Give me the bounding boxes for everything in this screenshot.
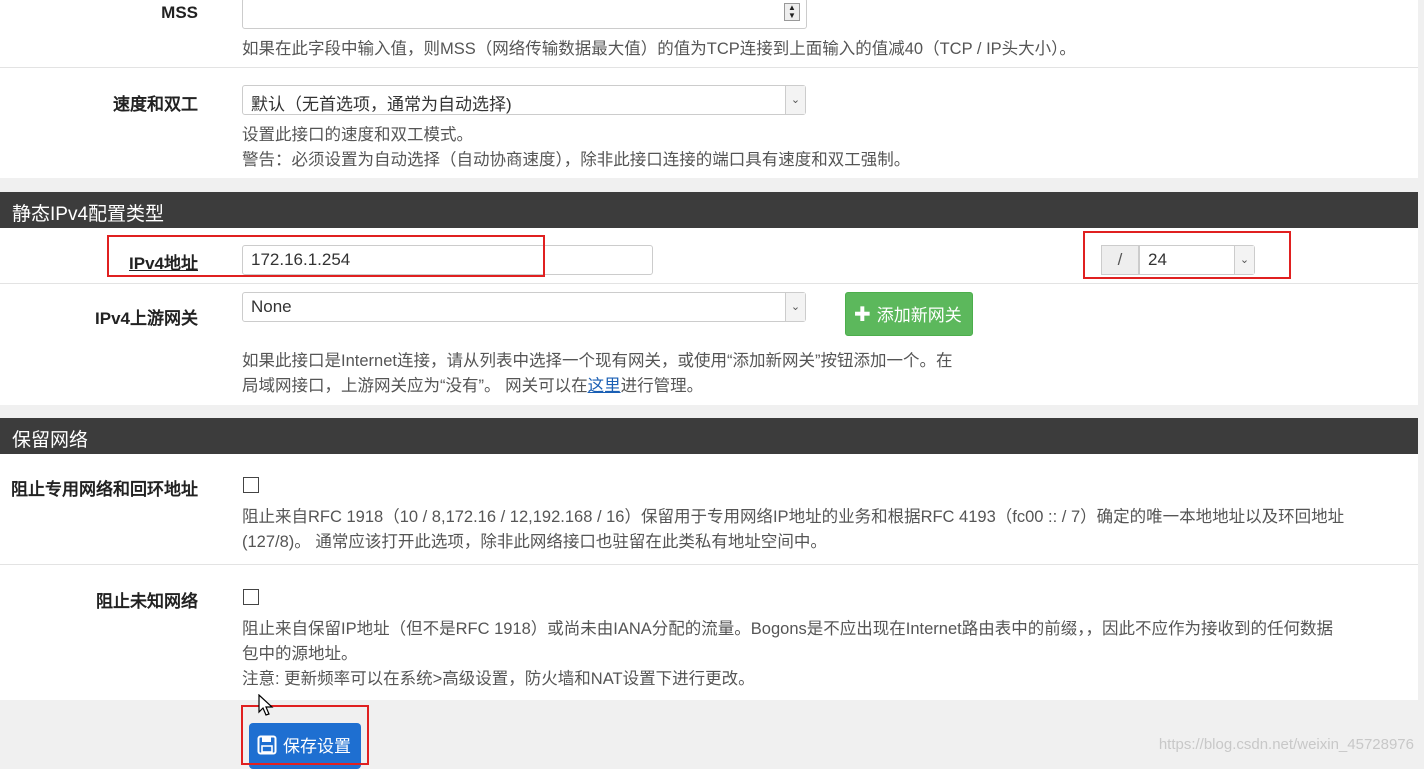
speed-duplex-select[interactable]: 默认（无首选项，通常为自动选择) ⌄ xyxy=(242,85,806,115)
ipv4-gateway-label: IPv4上游网关 xyxy=(95,309,198,328)
gateway-help-suffix: 进行管理。 xyxy=(620,377,704,395)
add-gateway-label: 添加新网关 xyxy=(876,306,962,325)
gateway-manage-link[interactable]: 这里 xyxy=(588,377,621,395)
watermark: https://blog.csdn.net/weixin_45728976 xyxy=(1158,736,1414,753)
mss-input[interactable]: ▲ ▼ xyxy=(242,0,807,29)
mss-row: MSS ▲ ▼ 如果在此字段中输入值，则MSS（网络传输数据最大值）的值为TCP连… xyxy=(0,0,1418,67)
block-bogon-label: 阻止未知网络 xyxy=(96,592,198,611)
block-private-help-2: (127/8)。 通常应该打开此选项，除非此网络接口也驻留在此类私有地址空间中。 xyxy=(242,533,827,551)
spinner-icon[interactable]: ▲ ▼ xyxy=(784,3,800,21)
reserved-panel: 阻止专用网络和回环地址 阻止来自RFC 1918（10 / 8,172.16 /… xyxy=(0,454,1418,700)
block-private-checkbox[interactable] xyxy=(243,477,259,493)
ipv4-gateway-select[interactable]: None ⌄ xyxy=(242,292,806,322)
ipv4-section-title: 静态IPv4配置类型 xyxy=(0,192,1418,228)
ipv4-gateway-selected: None xyxy=(251,297,292,316)
block-bogon-help-2: 包中的源地址。 xyxy=(242,645,358,663)
ipv4-gateway-row: IPv4上游网关 None ⌄ ✚ 添加新网关 如果此接口是Internet连接，… xyxy=(0,283,1418,405)
highlight-ipv4-address xyxy=(107,235,545,277)
chevron-down-icon: ⌄ xyxy=(785,293,805,321)
highlight-cidr xyxy=(1083,231,1291,279)
block-private-help-1: 阻止来自RFC 1918（10 / 8,172.16 / 12,192.168 … xyxy=(242,508,1345,526)
add-gateway-button[interactable]: ✚ 添加新网关 xyxy=(845,292,973,336)
block-private-label: 阻止专用网络和回环地址 xyxy=(11,480,198,499)
mss-help: 如果在此字段中输入值，则MSS（网络传输数据最大值）的值为TCP连接到上面输入的… xyxy=(242,40,1076,58)
block-bogon-help-1: 阻止来自保留IP地址（但不是RFC 1918）或尚未由IANA分配的流量。Bog… xyxy=(242,620,1333,638)
ipv4-gateway-help-1: 如果此接口是Internet连接，请从列表中选择一个现有网关，或使用“添加新网关… xyxy=(242,352,953,370)
block-bogon-help-3: 注意: 更新频率可以在系统>高级设置，防火墙和NAT设置下进行更改。 xyxy=(242,670,755,688)
gateway-help-text: 局域网接口，上游网关应为“没有”。 网关可以在 xyxy=(242,377,588,395)
reserved-section-title: 保留网络 xyxy=(0,418,1418,454)
interface-general-panel: MSS ▲ ▼ 如果在此字段中输入值，则MSS（网络传输数据最大值）的值为TCP连… xyxy=(0,0,1418,178)
speed-duplex-selected: 默认（无首选项，通常为自动选择) xyxy=(251,95,512,114)
cursor-icon xyxy=(258,693,274,723)
plus-icon: ✚ xyxy=(854,304,871,326)
speed-duplex-row: 速度和双工 默认（无首选项，通常为自动选择) ⌄ 设置此接口的速度和双工模式。 … xyxy=(0,67,1418,178)
speed-duplex-help-1: 设置此接口的速度和双工模式。 xyxy=(242,126,473,144)
block-private-row: 阻止专用网络和回环地址 阻止来自RFC 1918（10 / 8,172.16 /… xyxy=(0,454,1418,564)
block-bogon-row: 阻止未知网络 阻止来自保留IP地址（但不是RFC 1918）或尚未由IANA分配… xyxy=(0,564,1418,700)
mss-label: MSS xyxy=(161,3,198,22)
speed-duplex-label: 速度和双工 xyxy=(113,95,198,114)
block-bogon-checkbox[interactable] xyxy=(243,589,259,605)
chevron-down-icon: ⌄ xyxy=(785,86,805,114)
speed-duplex-help-2: 警告：必须设置为自动选择（自动协商速度），除非此接口连接的端口具有速度和双工强制… xyxy=(242,151,911,169)
ipv4-gateway-help-2: 局域网接口，上游网关应为“没有”。 网关可以在这里进行管理。 xyxy=(242,374,703,398)
